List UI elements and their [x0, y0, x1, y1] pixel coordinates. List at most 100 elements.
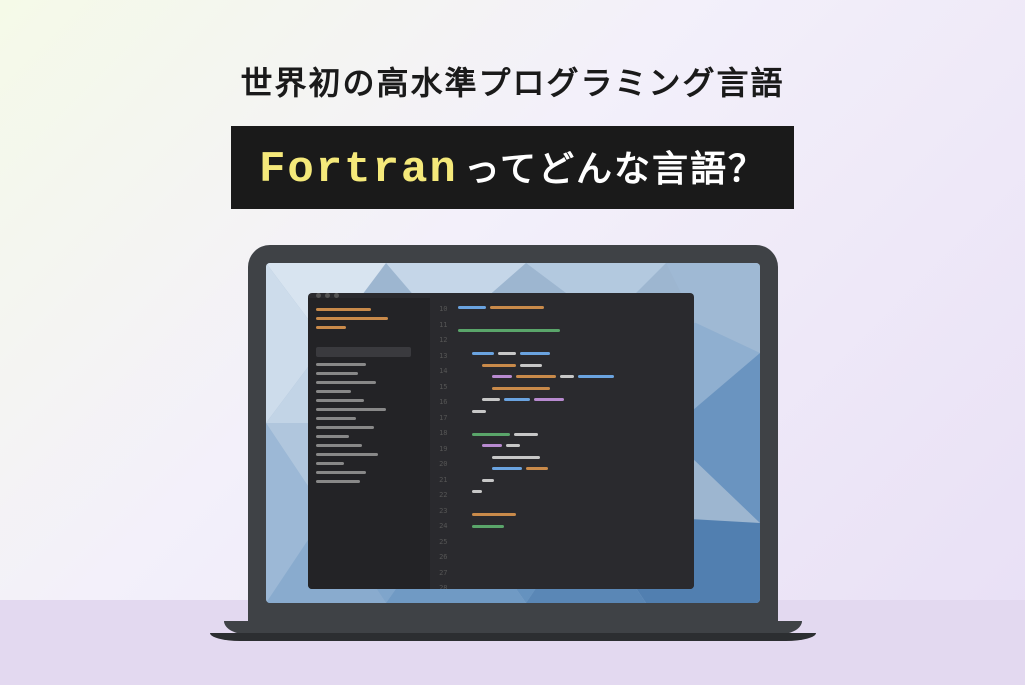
title-box: Fortran ってどんな言語？	[231, 126, 794, 209]
code-line	[458, 306, 688, 309]
sidebar-line	[316, 372, 358, 375]
line-number: 13	[439, 353, 447, 360]
sidebar-line	[316, 435, 349, 438]
code-line	[458, 548, 688, 551]
line-number: 18	[439, 430, 447, 437]
line-number: 21	[439, 477, 447, 484]
code-line	[458, 479, 688, 482]
sidebar-line	[316, 453, 378, 456]
sidebar-line	[316, 480, 360, 483]
code-token	[458, 329, 560, 332]
code-token	[492, 467, 522, 470]
sidebar-line	[316, 326, 346, 329]
code-token	[472, 525, 504, 528]
sidebar-line	[316, 381, 376, 384]
code-line	[458, 536, 688, 539]
code-token	[472, 433, 510, 436]
code-token	[506, 444, 520, 447]
sidebar-line	[316, 399, 364, 402]
code-line	[458, 375, 688, 378]
line-number: 22	[439, 492, 447, 499]
code-line	[458, 502, 688, 505]
code-token	[578, 375, 614, 378]
sidebar-line	[316, 390, 351, 393]
code-token	[520, 352, 550, 355]
code-line	[458, 421, 688, 424]
code-token	[560, 375, 574, 378]
code-token	[482, 479, 494, 482]
code-token	[534, 398, 564, 401]
line-number: 26	[439, 554, 447, 561]
laptop-screen-frame: 1011121314151617181920212223242526272829…	[248, 245, 778, 621]
sidebar-line	[316, 462, 344, 465]
code-token	[526, 467, 548, 470]
code-token	[482, 364, 516, 367]
code-line	[458, 387, 688, 390]
code-line	[458, 433, 688, 436]
code-line	[458, 410, 688, 413]
code-line	[458, 398, 688, 401]
code-line	[458, 444, 688, 447]
code-line	[458, 352, 688, 355]
sidebar-line	[316, 426, 374, 429]
laptop-illustration: 1011121314151617181920212223242526272829…	[248, 245, 778, 635]
sidebar-line	[316, 408, 386, 411]
sidebar-line	[316, 347, 411, 357]
code-token	[458, 306, 486, 309]
code-token	[492, 375, 512, 378]
code-token	[482, 444, 502, 447]
code-token	[482, 398, 500, 401]
line-number: 25	[439, 539, 447, 546]
line-number: 19	[439, 446, 447, 453]
editor-main-pane: 1011121314151617181920212223242526272829…	[430, 298, 694, 589]
code-token	[472, 490, 482, 493]
line-number: 23	[439, 508, 447, 515]
title-rest: ってどんな言語？	[464, 140, 766, 192]
code-line	[458, 513, 688, 516]
code-line	[458, 490, 688, 493]
line-number: 16	[439, 399, 447, 406]
code-token	[514, 433, 538, 436]
line-number-gutter: 1011121314151617181920212223242526272829…	[430, 298, 452, 589]
code-token	[498, 352, 516, 355]
code-token	[492, 456, 540, 459]
sidebar-line	[316, 308, 371, 311]
line-number: 14	[439, 368, 447, 375]
line-number: 11	[439, 322, 447, 329]
code-token	[490, 306, 544, 309]
editor-sidebar	[308, 298, 430, 589]
sidebar-line	[316, 363, 366, 366]
sidebar-line	[316, 317, 388, 320]
code-line	[458, 525, 688, 528]
line-number: 15	[439, 384, 447, 391]
line-number: 27	[439, 570, 447, 577]
laptop-screen: 1011121314151617181920212223242526272829…	[266, 263, 760, 603]
line-number: 20	[439, 461, 447, 468]
code-token	[504, 398, 530, 401]
code-token	[472, 410, 486, 413]
line-number: 24	[439, 523, 447, 530]
code-line	[458, 341, 688, 344]
sidebar-line	[316, 444, 362, 447]
code-line	[458, 318, 688, 321]
code-area	[452, 298, 694, 589]
code-token	[472, 513, 516, 516]
code-token	[472, 352, 494, 355]
code-editor-window: 1011121314151617181920212223242526272829…	[308, 293, 694, 589]
code-line	[458, 364, 688, 367]
code-token	[520, 364, 542, 367]
code-line	[458, 456, 688, 459]
line-number: 17	[439, 415, 447, 422]
code-token	[492, 387, 550, 390]
sidebar-line	[316, 335, 422, 341]
code-line	[458, 329, 688, 332]
line-number: 12	[439, 337, 447, 344]
sidebar-line	[316, 471, 366, 474]
code-line	[458, 467, 688, 470]
line-number: 10	[439, 306, 447, 313]
subtitle-text: 世界初の高水準プログラミング言語	[240, 58, 784, 104]
hero-content: 世界初の高水準プログラミング言語 Fortran ってどんな言語？	[0, 0, 1025, 209]
laptop-base	[248, 621, 778, 635]
line-number: 28	[439, 585, 447, 589]
title-highlight: Fortran	[259, 145, 458, 195]
